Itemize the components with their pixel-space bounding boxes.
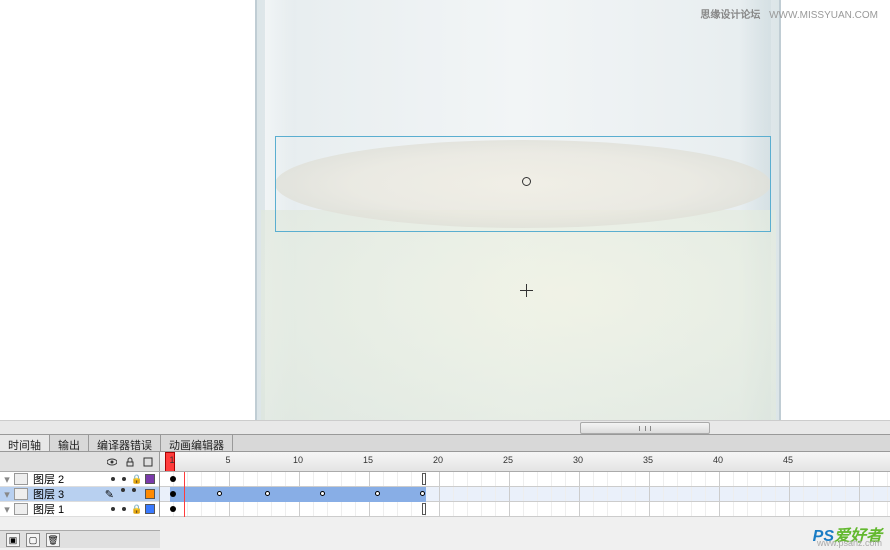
frame-track[interactable] [160, 502, 890, 517]
layer-row[interactable]: ▾ 图层 3 ✎ [0, 487, 159, 502]
frame-ruler[interactable]: 1 5 10 15 20 25 30 35 40 45 [160, 452, 890, 471]
layer-row[interactable]: ▾ 图层 1 🔒 [0, 502, 159, 517]
frame-grid [160, 502, 890, 516]
ruler-tick: 5 [221, 455, 235, 465]
lock-header-icon[interactable] [125, 457, 135, 467]
layer-fold-icon[interactable]: ▾ [0, 503, 14, 516]
outline-header-icon[interactable] [143, 457, 153, 467]
pen-icon: ✎ [105, 488, 114, 501]
playhead-line[interactable] [184, 472, 185, 517]
visibility-dot-icon[interactable] [132, 488, 136, 492]
tab-output[interactable]: 输出 [50, 435, 89, 451]
layer-type-icon [14, 503, 28, 515]
tween-span[interactable] [170, 487, 426, 502]
tab-anim-editor[interactable]: 动画编辑器 [161, 435, 233, 451]
stage-canvas[interactable] [0, 0, 890, 420]
registration-point-icon [520, 284, 533, 297]
layer-fold-icon[interactable]: ▾ [0, 488, 14, 501]
layer-name[interactable]: 图层 2 [31, 471, 111, 487]
keyframe-icon[interactable] [170, 506, 176, 512]
layer-color-swatch[interactable] [145, 504, 155, 514]
visibility-dot-icon[interactable] [111, 507, 115, 511]
keyframe-icon[interactable] [170, 491, 176, 497]
property-keyframe-icon[interactable] [320, 491, 325, 496]
watermark-top-title: 思缘设计论坛 [700, 10, 760, 21]
watermark-bottom: PS爱好者 www.psahz.com [813, 522, 882, 546]
lock-icon[interactable]: 🔒 [131, 504, 141, 515]
property-keyframe-icon[interactable] [375, 491, 380, 496]
watermark-bottom-url: www.psahz.com [817, 538, 882, 548]
property-keyframe-icon[interactable] [217, 491, 222, 496]
ruler-tick: 25 [501, 455, 515, 465]
visibility-dot-icon[interactable] [111, 477, 115, 481]
layer-names-column: ▾ 图层 2 🔒 ▾ 图层 3 ✎ ▾ 图层 1 🔒 [0, 472, 160, 517]
ruler-tick: 40 [711, 455, 725, 465]
ruler-tick: 15 [361, 455, 375, 465]
timeline-footer: ▣ ▢ 🗑 [0, 530, 160, 548]
scrollbar-grip-icon [639, 426, 651, 431]
lock-icon[interactable]: 🔒 [131, 474, 141, 485]
property-keyframe-icon[interactable] [420, 491, 425, 496]
frame-span-end-icon[interactable] [422, 503, 426, 515]
watermark-top: 思缘设计论坛 WWW.MISSYUAN.COM [700, 6, 878, 21]
layer-color-swatch[interactable] [145, 489, 155, 499]
layer-type-icon [14, 473, 28, 485]
tab-timeline[interactable]: 时间轴 [0, 435, 50, 451]
new-layer-button[interactable]: ▣ [6, 533, 20, 547]
visibility-header-icon[interactable] [107, 457, 117, 467]
ruler-tick: 30 [571, 455, 585, 465]
visibility-dot-icon[interactable] [122, 507, 126, 511]
layer-type-icon [14, 488, 28, 500]
frames-area[interactable] [160, 472, 890, 517]
frame-track[interactable] [160, 472, 890, 487]
stage-horizontal-scrollbar[interactable] [0, 420, 890, 434]
ruler-tick: 10 [291, 455, 305, 465]
property-keyframe-icon[interactable] [265, 491, 270, 496]
layer-column-header [0, 452, 160, 471]
panel-tab-bar: 时间轴 输出 编译器错误 动画编辑器 [0, 434, 890, 452]
layer-name[interactable]: 图层 3 [31, 486, 105, 502]
visibility-dot-icon[interactable] [122, 477, 126, 481]
liquid-fill [261, 210, 776, 420]
ruler-tick: 1 [165, 455, 179, 465]
ruler-tick: 45 [781, 455, 795, 465]
delete-layer-button[interactable]: 🗑 [46, 533, 60, 547]
transform-anchor-icon[interactable] [522, 177, 531, 186]
visibility-dot-icon[interactable] [121, 488, 125, 492]
layer-name[interactable]: 图层 1 [31, 501, 111, 517]
tab-compiler-errors[interactable]: 编译器错误 [89, 435, 161, 451]
ruler-tick: 20 [431, 455, 445, 465]
layer-fold-icon[interactable]: ▾ [0, 473, 14, 486]
timeline-header: 1 5 10 15 20 25 30 35 40 45 [0, 452, 890, 472]
watermark-top-url: WWW.MISSYUAN.COM [769, 10, 878, 21]
frame-grid [160, 472, 890, 486]
scrollbar-thumb[interactable] [580, 422, 710, 434]
layers-area: ▾ 图层 2 🔒 ▾ 图层 3 ✎ ▾ 图层 1 🔒 [0, 472, 890, 517]
frame-span-end-icon[interactable] [422, 473, 426, 485]
layer-color-swatch[interactable] [145, 474, 155, 484]
layer-row[interactable]: ▾ 图层 2 🔒 [0, 472, 159, 487]
keyframe-icon[interactable] [170, 476, 176, 482]
frame-track[interactable] [160, 487, 890, 502]
ruler-tick: 35 [641, 455, 655, 465]
new-folder-button[interactable]: ▢ [26, 533, 40, 547]
timeline-panel: 1 5 10 15 20 25 30 35 40 45 ▾ 图层 2 🔒 ▾ [0, 452, 890, 550]
